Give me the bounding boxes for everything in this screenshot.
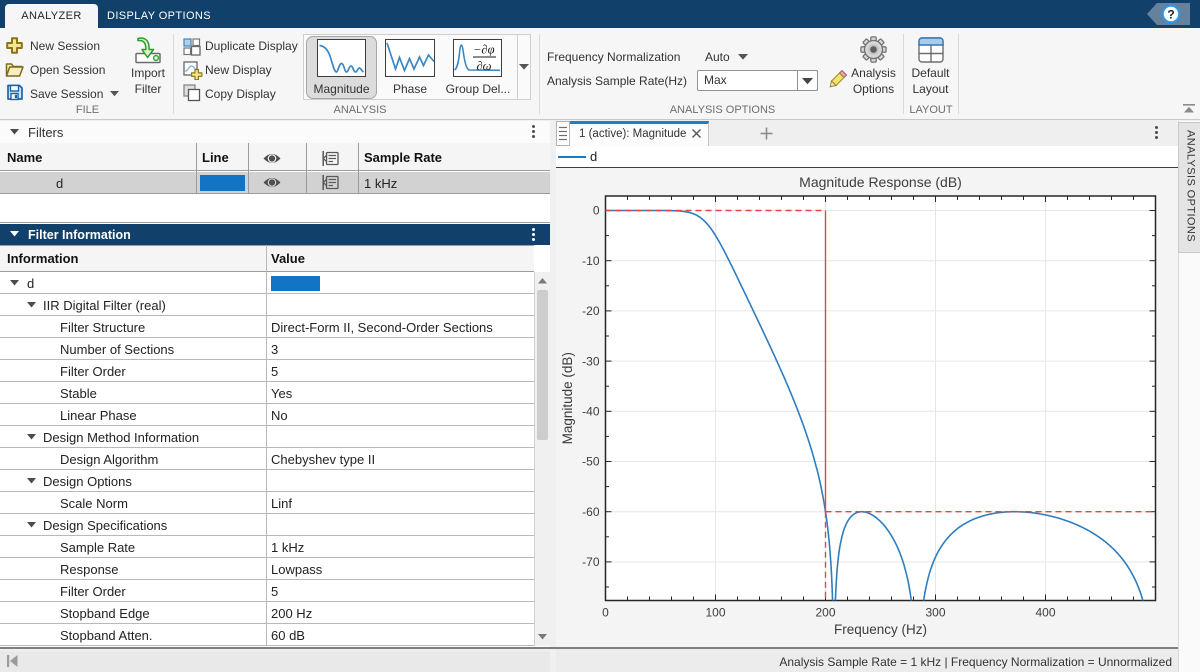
svg-text:-70: -70 [582, 555, 600, 569]
svg-text:300: 300 [925, 606, 945, 620]
svg-text:-30: -30 [582, 354, 600, 368]
svg-text:?: ? [1167, 8, 1174, 22]
svg-text:∂ω: ∂ω [477, 59, 492, 73]
svg-text:0: 0 [602, 606, 609, 620]
svg-text:-20: -20 [582, 304, 600, 318]
svg-text:0: 0 [593, 204, 600, 218]
svg-text:-40: -40 [582, 405, 600, 419]
svg-text:Frequency (Hz): Frequency (Hz) [834, 622, 927, 637]
svg-text:−∂φ: −∂φ [473, 43, 495, 57]
svg-text:-60: -60 [582, 505, 600, 519]
svg-text:-10: -10 [582, 254, 600, 268]
svg-text:400: 400 [1035, 606, 1055, 620]
svg-text:Magnitude Response (dB): Magnitude Response (dB) [799, 174, 962, 190]
svg-text:-50: -50 [582, 455, 600, 469]
svg-text:200: 200 [815, 606, 835, 620]
svg-text:Magnitude (dB): Magnitude (dB) [560, 352, 575, 444]
svg-text:100: 100 [705, 606, 725, 620]
